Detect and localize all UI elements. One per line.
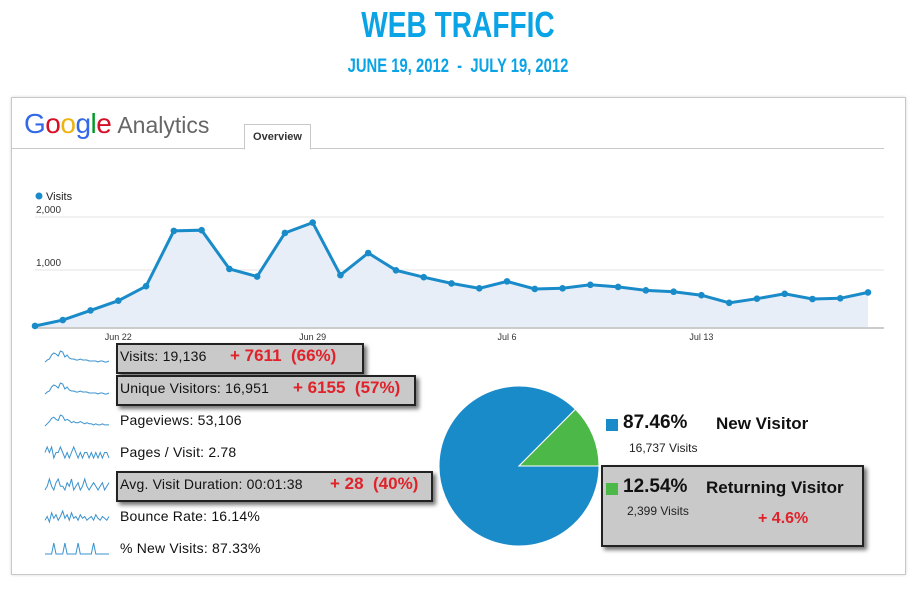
date-separator: -	[457, 56, 463, 77]
visits-point	[864, 289, 872, 296]
metric-sparkline	[45, 542, 109, 555]
metric-sparkline	[44, 414, 109, 427]
new-visitor-pct: 87.46%	[623, 412, 688, 433]
visits-point	[836, 295, 844, 302]
metric-delta: + 7611 (66%)	[230, 346, 337, 365]
y-tick-label: 1,000	[36, 258, 61, 269]
metric-label: Pageviews: 53,106	[120, 412, 242, 428]
visits-point	[337, 271, 344, 279]
metric-sparkline	[44, 477, 110, 492]
sparkline-path	[45, 542, 109, 555]
visits-point	[281, 229, 289, 237]
legend-visits-marker	[35, 192, 43, 200]
analytics-panel: Google Analytics Overview 2,000 1,000 Jun 2…	[11, 97, 906, 575]
visits-point	[226, 265, 233, 273]
date-start: JUNE 19, 2012	[347, 56, 449, 77]
visits-point	[198, 226, 205, 234]
returning-visitor-swatch	[606, 483, 618, 495]
visits-point	[448, 280, 455, 287]
returning-visitor-visits: 2,399 Visits	[627, 504, 689, 518]
date-range: JUNE 19, 2012 - JULY 19, 2012	[101, 56, 815, 78]
visits-point	[809, 295, 816, 303]
metric-sparkline	[44, 509, 110, 524]
visits-point	[670, 288, 677, 296]
visits-point	[87, 307, 94, 314]
visits-point	[392, 267, 400, 274]
sparkline-path	[44, 477, 110, 492]
new-visitor-swatch	[606, 419, 618, 431]
metric-label: Visits: 19,136	[120, 348, 207, 364]
y-tick-label: 2,000	[36, 205, 61, 216]
x-tick-label: Jun 29	[299, 332, 326, 342]
visits-point	[475, 284, 483, 292]
metric-sparkline	[44, 382, 110, 395]
x-tick-label: Jul 6	[498, 332, 517, 342]
metric-delta: + 28 (40%)	[330, 474, 419, 493]
visits-point	[614, 283, 622, 291]
metric-sparkline	[44, 350, 110, 363]
visits-point	[642, 287, 650, 294]
metric-delta: + 6155 (57%)	[293, 378, 401, 397]
sparkline-path	[44, 445, 110, 460]
sparkline-path	[44, 382, 110, 395]
new-visitor-visits: 16,737 Visits	[629, 441, 698, 455]
visits-point	[364, 249, 372, 257]
visits-point	[309, 219, 316, 226]
sparkline-path	[44, 350, 110, 363]
sparkline-path	[44, 509, 110, 524]
visits-point	[781, 290, 788, 298]
visits-point	[31, 322, 39, 330]
visits-area	[35, 222, 868, 327]
x-tick-label: Jul 13	[689, 332, 713, 342]
visits-point	[420, 273, 428, 281]
legend-visits-label: Visits	[46, 191, 73, 203]
visits-point	[253, 273, 261, 280]
visits-point	[503, 278, 511, 285]
visits-point	[59, 316, 67, 324]
visits-point	[559, 284, 566, 292]
visits-point	[753, 295, 761, 302]
metric-label: Pages / Visit: 2.78	[120, 444, 237, 460]
metric-label: Avg. Visit Duration: 00:01:38	[120, 476, 303, 492]
visits-point	[142, 282, 150, 290]
visits-point	[698, 291, 705, 299]
visits-point	[725, 299, 733, 307]
visits-point	[587, 281, 594, 289]
metric-label: Bounce Rate: 16.14%	[120, 508, 261, 524]
new-visitor-label: New Visitor	[716, 414, 809, 433]
headline-title: WEB TRAFFIC	[361, 4, 555, 45]
date-end: JULY 19, 2012	[470, 56, 569, 77]
returning-visitor-label: Returning Visitor	[706, 478, 844, 497]
metric-sparkline	[44, 445, 110, 460]
sparkline-path	[44, 414, 109, 427]
metric-label: % New Visits: 87.33%	[120, 540, 261, 556]
x-tick-label: Jun 22	[105, 332, 132, 342]
returning-visitor-pct: 12.54%	[623, 476, 688, 497]
visits-point	[115, 297, 122, 305]
metric-label: Unique Visitors: 16,951	[120, 380, 270, 396]
visits-point	[531, 285, 539, 293]
visits-point	[170, 227, 178, 235]
returning-visitor-delta: + 4.6%	[758, 510, 809, 527]
